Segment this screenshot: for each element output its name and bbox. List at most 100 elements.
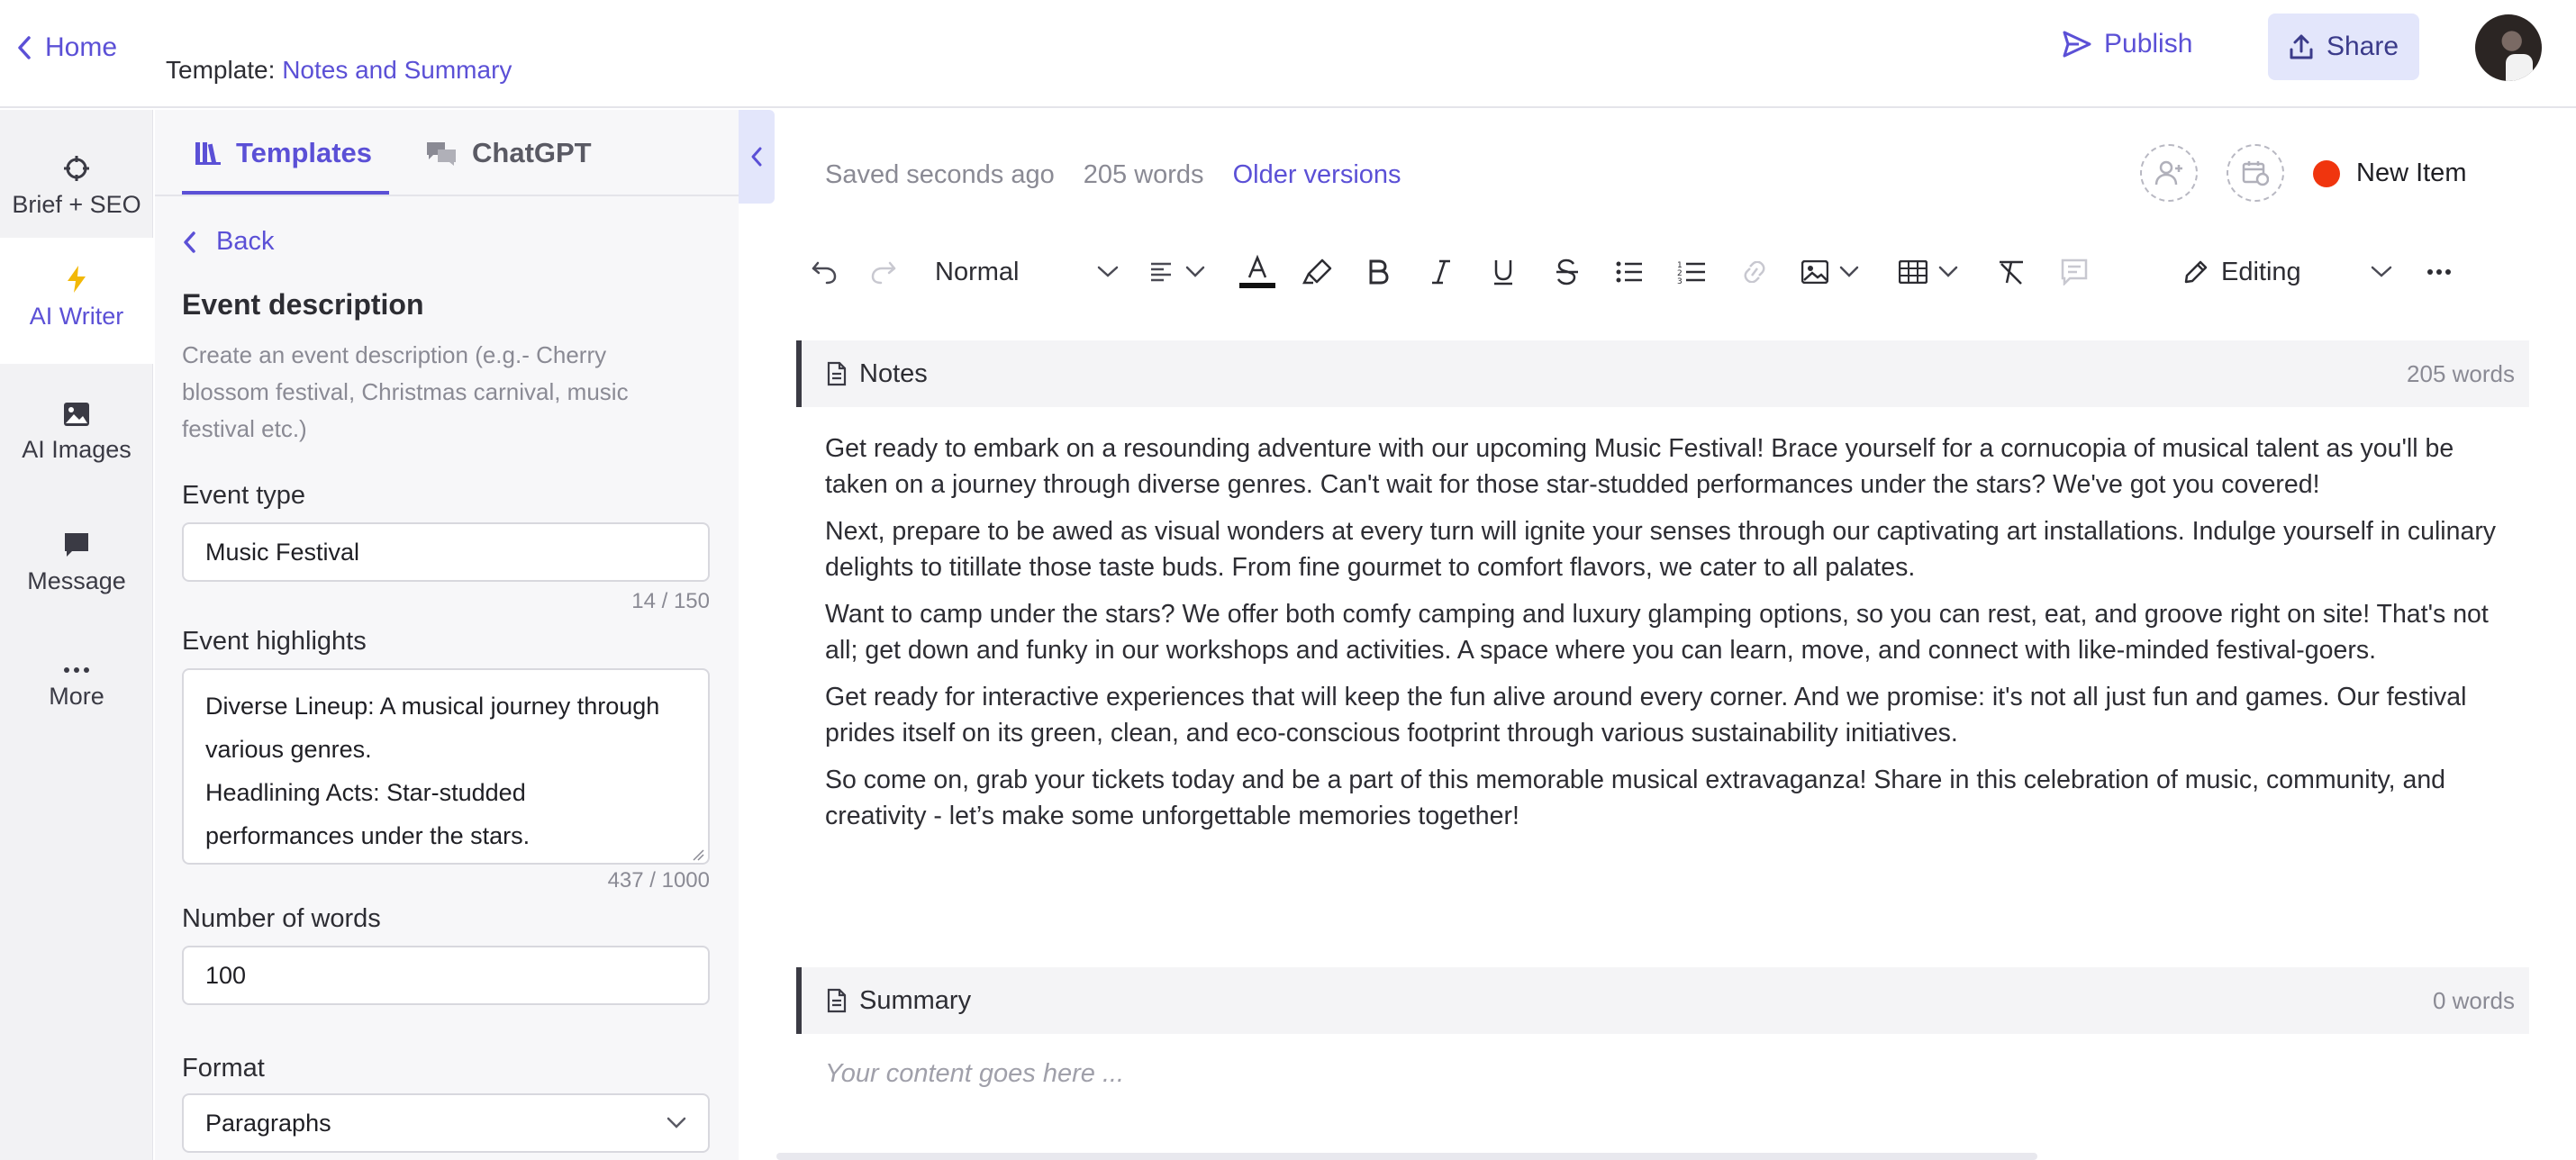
tab-templates[interactable]: Templates bbox=[195, 137, 372, 169]
older-versions-link[interactable]: Older versions bbox=[1233, 160, 1401, 190]
rail-item-brief-seo[interactable]: Brief + SEO bbox=[0, 128, 153, 236]
rail-item-ai-writer[interactable]: AI Writer bbox=[0, 238, 153, 364]
notes-paragraph: Get ready for interactive experiences th… bbox=[825, 683, 2467, 748]
rail-item-more[interactable]: More bbox=[0, 634, 153, 742]
format-select[interactable]: Paragraphs bbox=[182, 1093, 710, 1153]
rail-item-ai-images[interactable]: AI Images bbox=[0, 375, 153, 483]
highlights-line: performances under the stars. bbox=[205, 822, 531, 849]
summary-title: Summary bbox=[859, 985, 972, 1015]
tab-label: ChatGPT bbox=[472, 137, 592, 168]
template-description: Create an event description (e.g.- Cherr… bbox=[182, 341, 629, 442]
bold-button[interactable] bbox=[1367, 236, 1389, 308]
collapse-panel-button[interactable] bbox=[739, 110, 775, 204]
image-insert-button[interactable] bbox=[1801, 236, 1859, 308]
notes-content[interactable]: Get ready to embark on a resounding adve… bbox=[825, 430, 2518, 845]
send-icon bbox=[2063, 31, 2091, 58]
numbered-list-button[interactable]: 123 bbox=[1677, 236, 1706, 308]
home-link[interactable]: Home bbox=[16, 32, 117, 63]
link-button[interactable] bbox=[1740, 236, 1769, 308]
chevron-left-icon bbox=[750, 146, 763, 168]
notes-section-header[interactable]: Notes 205 words bbox=[796, 340, 2529, 407]
more-options-button[interactable] bbox=[2426, 236, 2452, 308]
block-style-select[interactable]: Normal bbox=[935, 236, 1119, 308]
numbered-list-icon: 123 bbox=[1677, 259, 1706, 285]
highlights-line: Diverse Lineup: A musical journey throug… bbox=[205, 693, 660, 720]
tab-chatgpt[interactable]: ChatGPT bbox=[425, 137, 592, 169]
back-link[interactable]: Back bbox=[182, 227, 274, 257]
upload-icon bbox=[2289, 33, 2314, 60]
italic-icon bbox=[1430, 258, 1452, 285]
event-highlights-label: Event highlights bbox=[182, 627, 367, 656]
left-rail: Brief + SEO AI Writer AI Images Message … bbox=[0, 110, 153, 1160]
editor-area: Saved seconds ago 205 words Older versio… bbox=[776, 110, 2576, 1160]
format-value: Paragraphs bbox=[205, 1109, 331, 1137]
clear-formatting-button[interactable] bbox=[1996, 236, 2028, 308]
editor-toolbar: Normal 123 Editing bbox=[776, 236, 2576, 308]
text-color-button[interactable] bbox=[1239, 236, 1275, 308]
bullet-list-button[interactable] bbox=[1616, 236, 1643, 308]
editing-mode-group: Editing bbox=[2183, 258, 2301, 287]
redo-icon bbox=[870, 259, 897, 285]
align-menu-button[interactable] bbox=[1149, 236, 1205, 308]
link-icon bbox=[1740, 261, 1769, 283]
status-label: New Item bbox=[2356, 159, 2467, 187]
notes-paragraph: Want to camp under the stars? We offer b… bbox=[825, 600, 2489, 665]
italic-button[interactable] bbox=[1430, 236, 1452, 308]
format-label: Format bbox=[182, 1054, 265, 1083]
schedule-button[interactable] bbox=[2227, 144, 2284, 202]
comment-icon bbox=[2061, 258, 2088, 285]
chat-icon bbox=[425, 140, 458, 166]
undo-button[interactable] bbox=[811, 236, 838, 308]
chevron-left-icon bbox=[16, 35, 32, 60]
svg-text:3: 3 bbox=[1677, 277, 1683, 285]
chevron-down-icon bbox=[667, 1117, 686, 1129]
redo-button[interactable] bbox=[870, 236, 897, 308]
panel-tabs: Templates ChatGPT bbox=[155, 110, 739, 196]
highlighter-icon bbox=[1302, 258, 1333, 286]
summary-placeholder[interactable]: Your content goes here ... bbox=[825, 1059, 1124, 1089]
image-insert-icon bbox=[1801, 260, 1828, 284]
comment-button[interactable] bbox=[2061, 236, 2088, 308]
document-word-count: 205 words bbox=[1083, 160, 1204, 189]
add-collaborator-button[interactable] bbox=[2140, 144, 2198, 202]
chevron-down-icon bbox=[1097, 266, 1119, 278]
notes-paragraph: So come on, grab your tickets today and … bbox=[825, 766, 2446, 830]
event-type-input[interactable]: Music Festival bbox=[182, 522, 710, 582]
horizontal-scrollbar[interactable] bbox=[776, 1153, 2037, 1160]
templates-panel: Templates ChatGPT Back Event description… bbox=[155, 110, 739, 1160]
chevron-left-icon bbox=[182, 231, 196, 254]
clear-formatting-icon bbox=[1996, 258, 2028, 285]
top-header: Home Template: Notes and Summary Publish… bbox=[0, 0, 2576, 108]
notes-title: Notes bbox=[859, 358, 928, 388]
share-label: Share bbox=[2326, 32, 2399, 61]
summary-section-header[interactable]: Summary 0 words bbox=[796, 967, 2529, 1034]
event-type-value: Music Festival bbox=[205, 538, 360, 566]
template-prefix: Template: bbox=[166, 56, 276, 84]
calendar-clock-icon bbox=[2242, 159, 2269, 186]
message-icon bbox=[63, 531, 90, 558]
underline-icon bbox=[1492, 258, 1515, 285]
rail-item-message[interactable]: Message bbox=[0, 504, 153, 612]
resize-handle-icon[interactable] bbox=[692, 848, 704, 861]
template-name-link[interactable]: Notes and Summary bbox=[282, 56, 512, 84]
template-title: Event description bbox=[182, 288, 424, 321]
share-button[interactable]: Share bbox=[2268, 14, 2419, 80]
number-of-words-input[interactable]: 100 bbox=[182, 946, 710, 1005]
notes-word-count: 205 words bbox=[2407, 359, 2515, 387]
highlight-button[interactable] bbox=[1302, 236, 1333, 308]
editing-mode-select[interactable]: Editing bbox=[2183, 236, 2392, 308]
event-type-label: Event type bbox=[182, 481, 306, 510]
table-insert-button[interactable] bbox=[1899, 236, 1958, 308]
more-dots-icon bbox=[2426, 268, 2452, 276]
user-avatar[interactable] bbox=[2475, 14, 2542, 81]
chevron-down-icon bbox=[1185, 266, 1205, 278]
rail-label: AI Images bbox=[22, 436, 132, 463]
publish-button[interactable]: Publish bbox=[2063, 29, 2192, 59]
editing-mode-value: Editing bbox=[2221, 257, 2301, 286]
item-status[interactable]: New Item bbox=[2313, 159, 2466, 188]
bold-icon bbox=[1367, 258, 1389, 285]
event-highlights-textarea[interactable]: Diverse Lineup: A musical journey throug… bbox=[182, 668, 710, 865]
rail-label: Message bbox=[27, 567, 126, 594]
underline-button[interactable] bbox=[1492, 236, 1515, 308]
strikethrough-button[interactable] bbox=[1555, 236, 1580, 308]
